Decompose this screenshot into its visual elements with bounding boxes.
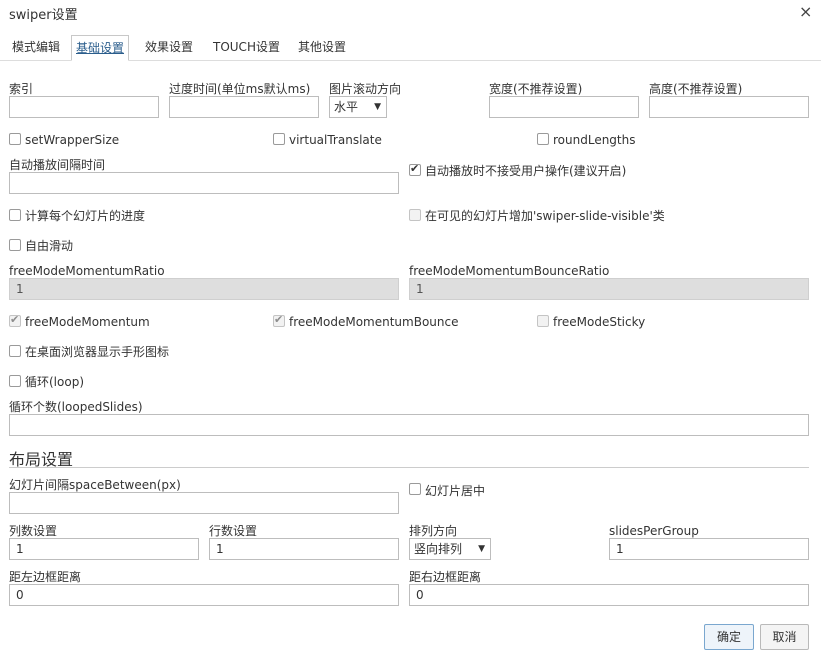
width-input[interactable] xyxy=(489,96,639,118)
free-mode-checkbox[interactable] xyxy=(9,239,21,251)
virtual-translate-checkbox[interactable] xyxy=(273,133,285,145)
watch-progress-checkbox[interactable] xyxy=(9,209,21,221)
close-icon[interactable]: × xyxy=(799,2,812,21)
height-label: 高度(不推荐设置) xyxy=(649,82,743,96)
dialog-title: swiper设置 xyxy=(9,8,78,23)
round-lengths-checkbox[interactable] xyxy=(537,133,549,145)
tab-mode-edit[interactable]: 模式编辑 xyxy=(8,35,64,61)
chevron-down-icon: ▼ xyxy=(374,102,381,112)
tab-basic-settings[interactable]: 基础设置 xyxy=(71,35,130,61)
index-label: 索引 xyxy=(9,82,34,96)
fill-direction-select-value: 竖向排列 xyxy=(414,542,463,556)
watch-progress-label: 计算每个幻灯片的进度 xyxy=(25,209,146,223)
width-label: 宽度(不推荐设置) xyxy=(489,82,583,96)
slide-visible-label: 在可见的幻灯片增加'swiper-slide-visible'类 xyxy=(425,209,665,223)
columns-input[interactable] xyxy=(9,538,199,560)
direction-select-value: 水平 xyxy=(334,100,359,114)
direction-select[interactable]: 水平 ▼ xyxy=(329,96,387,118)
chevron-down-icon: ▼ xyxy=(478,544,485,554)
per-group-input[interactable] xyxy=(609,538,809,560)
slide-visible-checkbox[interactable] xyxy=(409,209,421,221)
autoplay-label: 自动播放间隔时间 xyxy=(9,158,106,172)
free-bounce-label: freeModeMomentumBounce xyxy=(289,315,459,329)
loop-label: 循环(loop) xyxy=(25,375,84,389)
height-input[interactable] xyxy=(649,96,809,118)
columns-label: 列数设置 xyxy=(9,524,58,538)
free-momentum-checkbox[interactable] xyxy=(9,313,21,327)
transition-input[interactable] xyxy=(169,96,319,118)
tab-touch-settings[interactable]: TOUCH设置 xyxy=(209,35,284,61)
space-between-input[interactable] xyxy=(9,492,399,514)
free-bounce-checkbox[interactable] xyxy=(273,313,285,327)
looped-slides-label: 循环个数(loopedSlides) xyxy=(9,400,143,414)
grab-cursor-label: 在桌面浏览器显示手形图标 xyxy=(25,345,170,359)
round-lengths-label: roundLengths xyxy=(553,133,636,147)
centered-slides-checkbox[interactable] xyxy=(409,483,421,495)
virtual-translate-label: virtualTranslate xyxy=(289,133,382,147)
free-mode-label: 自由滑动 xyxy=(25,239,74,253)
grab-cursor-checkbox[interactable] xyxy=(9,345,21,357)
autoplay-input[interactable] xyxy=(9,172,399,194)
fill-direction-select[interactable]: 竖向排列 ▼ xyxy=(409,538,491,560)
offset-after-input[interactable] xyxy=(409,584,809,606)
autoplay-disable-label: 自动播放时不接受用户操作(建议开启) xyxy=(425,164,627,178)
centered-slides-label: 幻灯片居中 xyxy=(425,484,486,498)
offset-before-label: 距左边框距离 xyxy=(9,570,82,584)
per-group-label: slidesPerGroup xyxy=(609,524,699,538)
rows-label: 行数设置 xyxy=(209,524,258,538)
rows-input[interactable] xyxy=(209,538,399,560)
momentum-ratio-input[interactable] xyxy=(9,278,399,300)
offset-after-label: 距右边框距离 xyxy=(409,570,482,584)
autoplay-disable-checkbox[interactable] xyxy=(409,162,421,176)
transition-label: 过度时间(单位ms默认ms) xyxy=(169,82,311,96)
bounce-ratio-label: freeModeMomentumBounceRatio xyxy=(409,264,610,278)
direction-label: 图片滚动方向 xyxy=(329,82,402,96)
layout-section-divider xyxy=(9,467,809,468)
offset-before-input[interactable] xyxy=(9,584,399,606)
loop-checkbox[interactable] xyxy=(9,375,21,387)
tab-other-settings[interactable]: 其他设置 xyxy=(294,35,350,61)
bounce-ratio-input[interactable] xyxy=(409,278,809,300)
tab-effect-settings[interactable]: 效果设置 xyxy=(141,35,197,61)
free-momentum-label: freeModeMomentum xyxy=(25,315,150,329)
space-between-label: 幻灯片间隔spaceBetween(px) xyxy=(9,478,181,492)
cancel-button[interactable]: 取消 xyxy=(760,624,809,650)
free-sticky-label: freeModeSticky xyxy=(553,315,646,329)
set-wrapper-size-label: setWrapperSize xyxy=(25,133,120,147)
fill-direction-label: 排列方向 xyxy=(409,524,458,538)
index-input[interactable] xyxy=(9,96,159,118)
momentum-ratio-label: freeModeMomentumRatio xyxy=(9,264,165,278)
set-wrapper-size-checkbox[interactable] xyxy=(9,133,21,145)
free-sticky-checkbox[interactable] xyxy=(537,315,549,327)
ok-button[interactable]: 确定 xyxy=(704,624,754,650)
looped-slides-input[interactable] xyxy=(9,414,809,436)
